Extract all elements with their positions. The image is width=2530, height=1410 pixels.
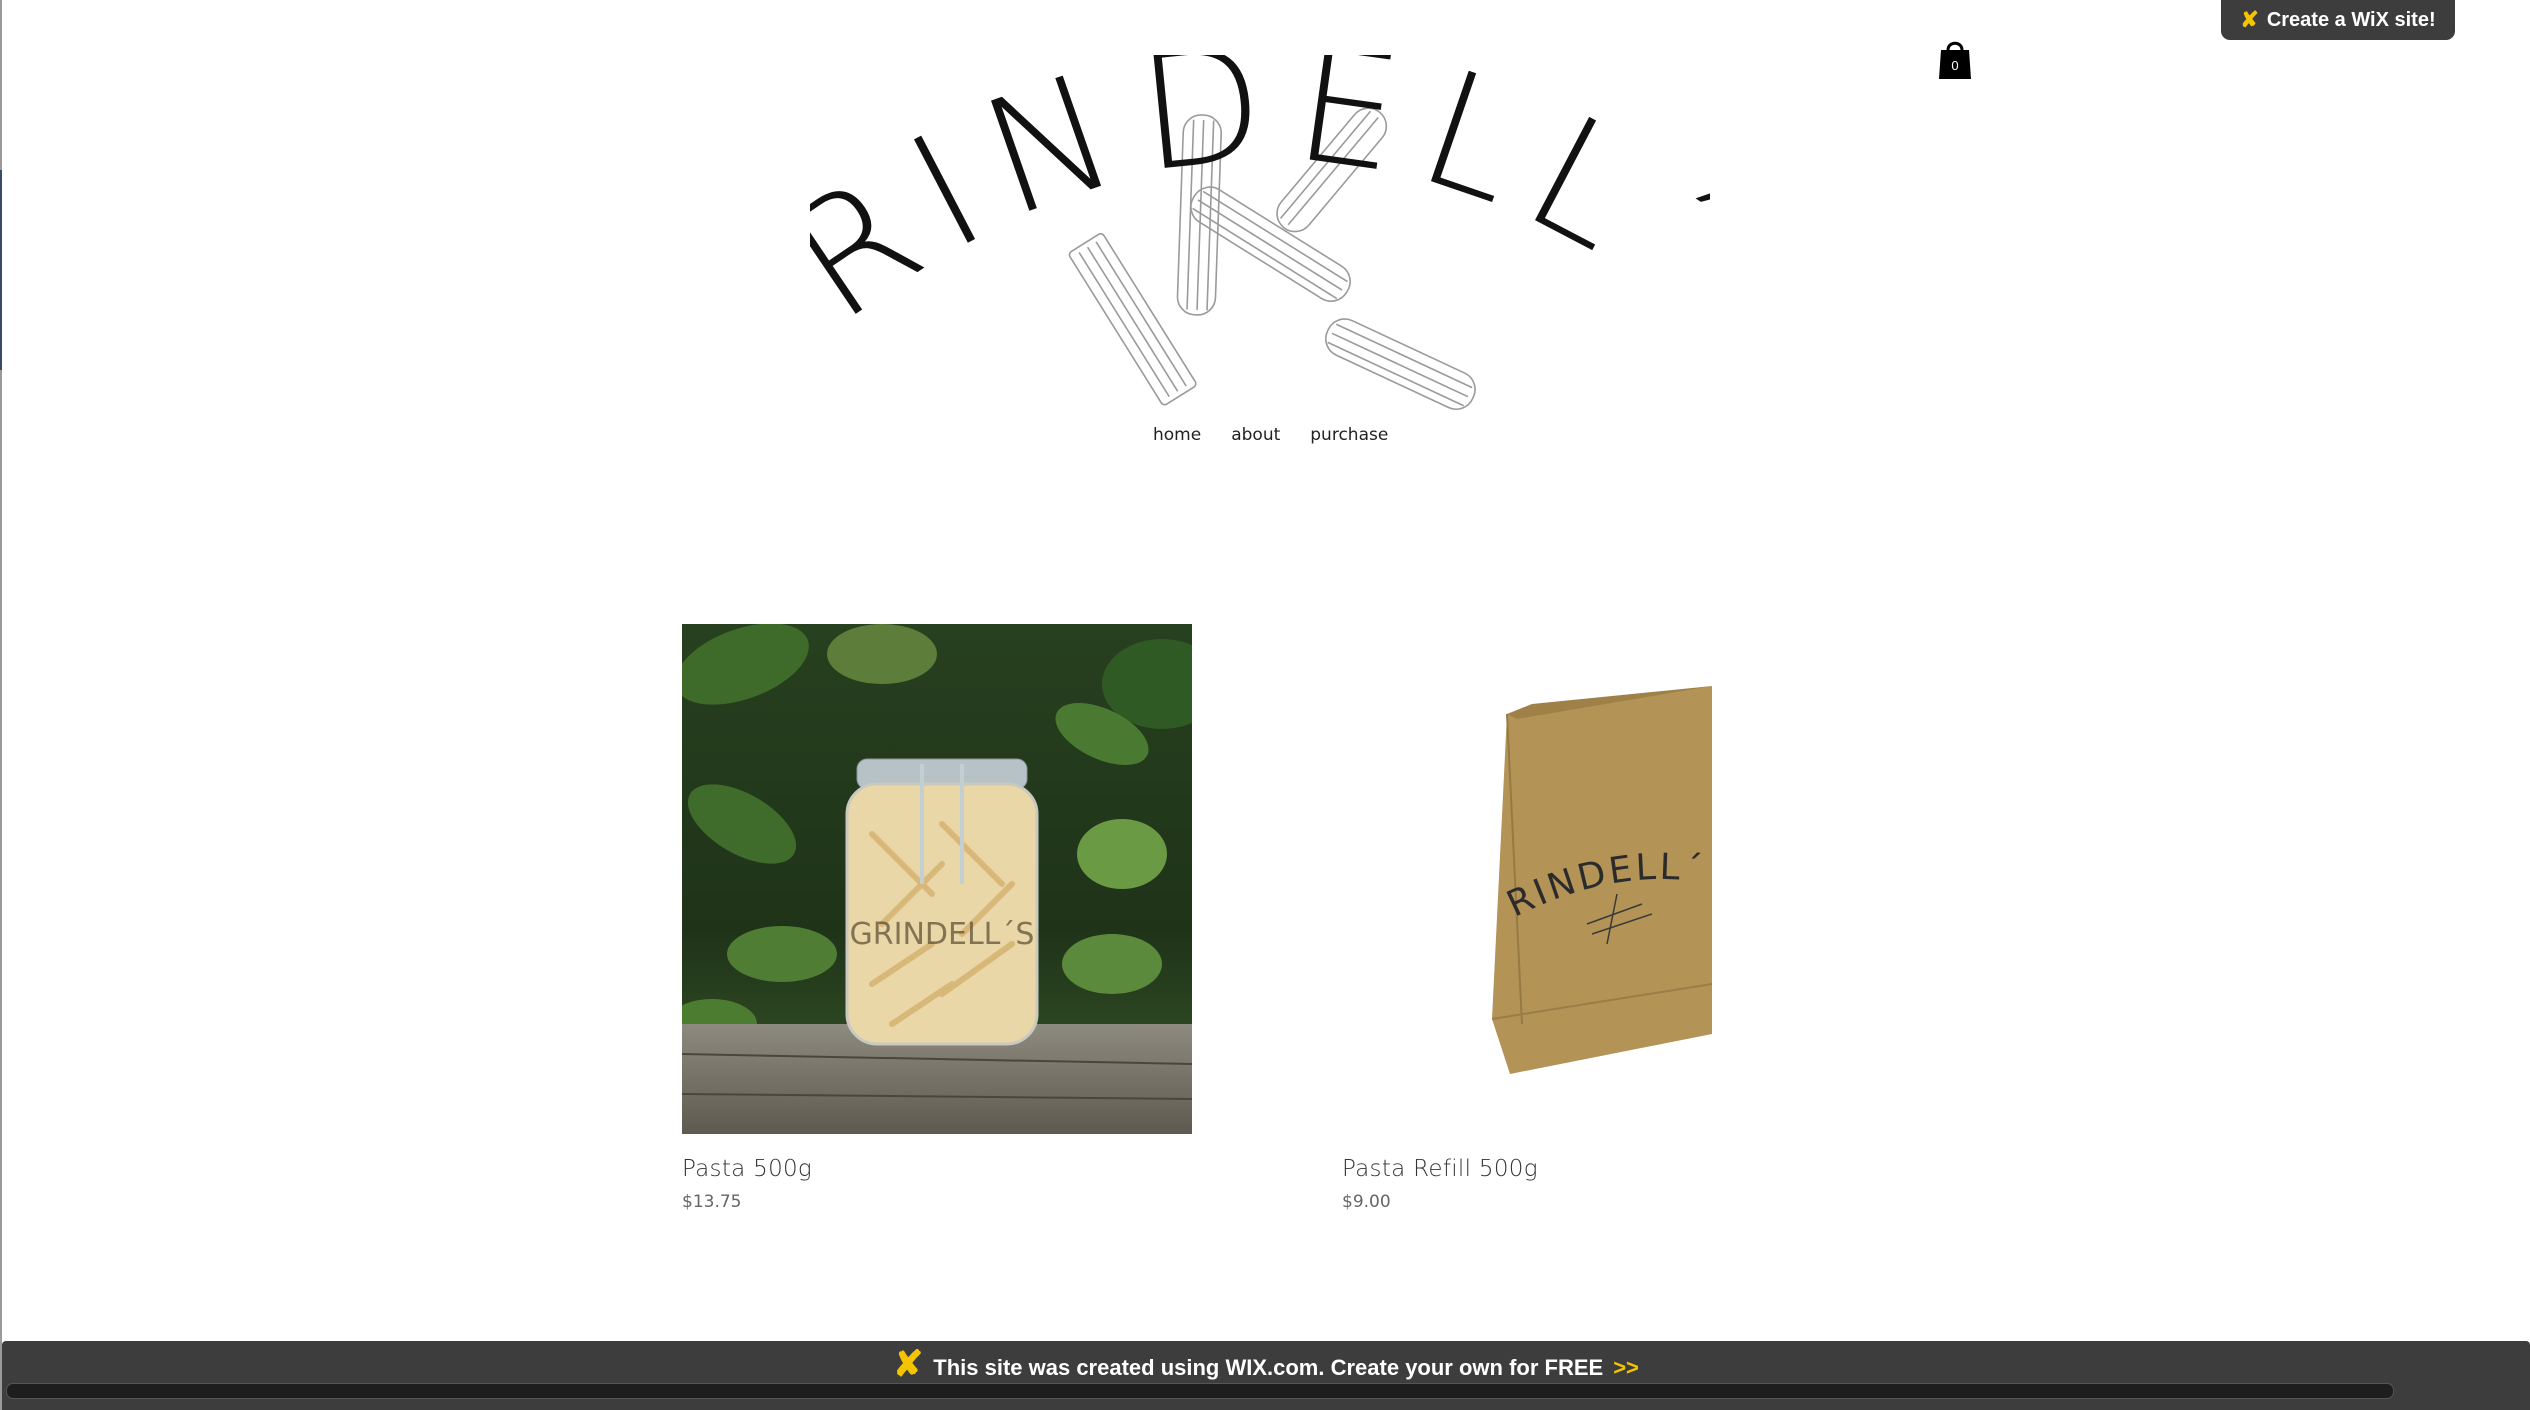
shopping-bag-icon: 0 — [1939, 41, 1971, 79]
window-left-edge-shadow — [0, 170, 2, 370]
product-price: $13.75 — [682, 1192, 742, 1212]
grindells-logo[interactable]: GRINDELL´S — [737, 0, 1760, 415]
create-wix-site-label: Create a WiX site! — [2266, 8, 2436, 31]
logo-artwork: GRINDELL´S — [737, 0, 1760, 411]
wix-promo-arrows[interactable]: >> — [1613, 1355, 1639, 1381]
product-name[interactable]: Pasta Refill 500g — [1342, 1156, 1852, 1182]
product-price: $9.00 — [1342, 1192, 1391, 1212]
wix-logo-icon: ✘ — [893, 1343, 924, 1384]
cart-count: 0 — [1951, 58, 1958, 73]
wix-x-icon: ✘ — [2240, 7, 2259, 32]
product-image-pasta-jar[interactable]: GRINDELL´S — [682, 624, 1192, 1134]
shopping-cart-button[interactable]: 0 — [1938, 38, 1972, 80]
pasta-jar-photo: GRINDELL´S — [682, 624, 1192, 1134]
product-card[interactable]: GRINDELL´S Pasta Refill 500g $9.00 — [1342, 624, 1852, 1212]
nav-purchase[interactable]: purchase — [1310, 425, 1388, 445]
create-wix-site-badge[interactable]: ✘ Create a WiX site! — [2221, 0, 2455, 40]
wix-promo-text[interactable]: This site was created using WIX.com. Cre… — [933, 1355, 1603, 1381]
nav-home[interactable]: home — [1153, 425, 1201, 445]
jar-label: GRINDELL´S — [850, 917, 1035, 952]
wix-promo-bar[interactable]: ✘ This site was created using WIX.com. C… — [2, 1341, 2530, 1410]
main-nav: home about purchase — [1153, 425, 1388, 445]
product-name[interactable]: Pasta 500g — [682, 1156, 1192, 1182]
product-card[interactable]: GRINDELL´S Pasta 500g $13.75 — [682, 624, 1192, 1212]
nav-about[interactable]: about — [1231, 425, 1280, 445]
paper-bag-photo: GRINDELL´S — [1342, 624, 1852, 1134]
logo-text: GRINDELL´S — [810, 55, 1710, 356]
product-image-paper-bag[interactable]: GRINDELL´S — [1342, 624, 1852, 1134]
horizontal-scrollbar[interactable] — [6, 1383, 2394, 1399]
